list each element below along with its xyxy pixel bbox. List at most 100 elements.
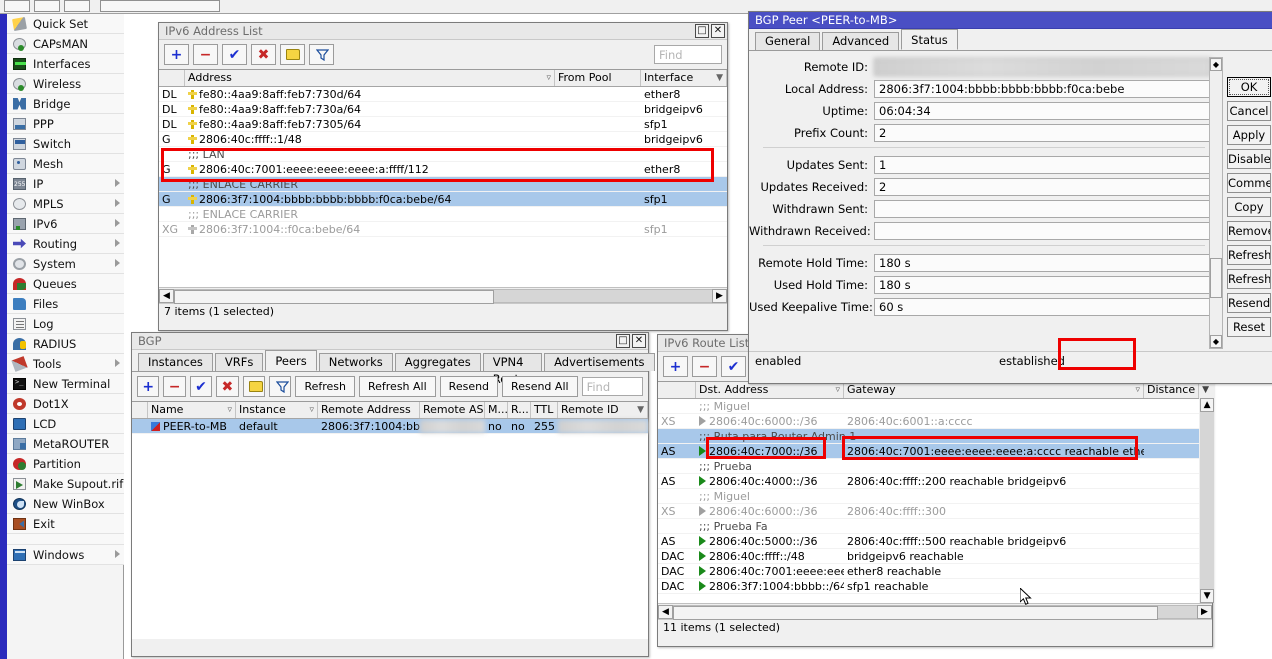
resend-button[interactable]: Resend [440,376,498,397]
toolbar-field[interactable] [100,0,220,12]
col-name[interactable]: Name▿ [148,402,236,418]
field-updates-sent[interactable]: 1 [874,156,1211,174]
col-distance[interactable]: Distance [1144,382,1199,398]
sidebar-item-ipv6[interactable]: IPv6 [7,214,124,234]
table-row[interactable]: DLfe80::4aa9:8aff:feb7:730d/64ether8 [159,87,727,102]
table-row[interactable]: XS2806:40c:6000::/362806:40c:ffff::300 [658,504,1199,519]
table-row[interactable]: AS2806:40c:4000::/362806:40c:ffff::200 r… [658,474,1199,489]
vscroll-thumb[interactable]: ▲ [1200,398,1214,412]
reset-button[interactable]: Reset [1227,317,1271,337]
hscroll-track[interactable] [673,605,1197,619]
table-row[interactable]: ;;; Ruta para Router Admin 1 [658,429,1199,444]
add-button[interactable]: + [137,376,159,397]
resend-button[interactable]: Resend [1227,293,1271,313]
sidebar-item-ppp[interactable]: PPP [7,114,124,134]
table-row[interactable]: DAC2806:40c:7001:eeee:eee..ether8 reacha… [658,564,1199,579]
table-row[interactable]: ;;; Prueba Fa [658,519,1199,534]
remove-button[interactable]: − [193,44,218,65]
sidebar-item-tools[interactable]: Tools [7,354,124,374]
table-row[interactable]: ;;; LAN [159,147,727,162]
col-from-pool[interactable]: From Pool [555,70,641,86]
vscroll-track[interactable]: ▲ ▼ [1200,398,1214,603]
table-row[interactable]: DLfe80::4aa9:8aff:feb7:730a/64bridgeipv6 [159,102,727,117]
sidebar-item-mesh[interactable]: Mesh [7,154,124,174]
field-remote-id[interactable]: 000 000 0 00 [874,58,1211,76]
apply-button[interactable]: Apply [1227,125,1271,145]
col-multihop[interactable]: M... [485,402,508,418]
sidebar-item-capsman[interactable]: CAPsMAN [7,34,124,54]
table-row[interactable]: G2806:40c:7001:eeee:eeee:eeee:a:ffff/112… [159,162,727,177]
scroll-right-button[interactable]: ▶ [712,289,727,303]
form-scroll-thumb[interactable] [1210,258,1222,298]
remove-button[interactable]: − [692,356,717,377]
sidebar-item-quick-set[interactable]: Quick Set [7,14,124,34]
enable-button[interactable]: ✔ [222,44,247,65]
field-remote-hold-time[interactable]: 180 s [874,254,1211,272]
tab-aggregates[interactable]: Aggregates [395,353,481,371]
col-remote-as[interactable]: Remote AS [420,402,485,418]
sidebar-item-partition[interactable]: Partition [7,454,124,474]
sidebar-item-bridge[interactable]: Bridge [7,94,124,114]
field-withdrawn-sent[interactable] [874,200,1211,218]
tab-networks[interactable]: Networks [319,353,393,371]
ipv6-address-hscrollbar[interactable]: ◀ ▶ [159,287,727,303]
table-row[interactable]: ;;; Miguel [658,489,1199,504]
col-flags[interactable] [159,70,185,86]
sidebar-item-log[interactable]: Log [7,314,124,334]
comment-button[interactable] [280,44,305,65]
tab-instances[interactable]: Instances [138,353,213,371]
form-scroll-down-button[interactable]: ◆ [1210,335,1222,348]
close-button[interactable]: ✕ [632,334,646,348]
remove-button[interactable]: − [163,376,185,397]
table-row[interactable]: PEER-to-MBdefault2806:3f7:1004:bb...0000… [132,419,648,434]
tab-status[interactable]: Status [901,29,958,50]
sidebar-item-new-winbox[interactable]: New WinBox [7,494,124,514]
search-input[interactable]: Find [582,377,643,396]
filter-button[interactable] [269,376,291,397]
col-address[interactable]: Address▿ [185,70,555,86]
table-row[interactable]: ;;; Prueba [658,459,1199,474]
ok-button[interactable]: OK [1227,77,1271,97]
tab-general[interactable]: General [755,32,820,50]
toolbar-button-3[interactable] [64,0,90,12]
tab-advertisements[interactable]: Advertisements [544,353,654,371]
form-scroll-up-button[interactable]: ◆ [1210,58,1222,71]
col-interface[interactable]: Interface▼ [641,70,727,86]
col-dst-address[interactable]: Dst. Address▿ [696,382,844,398]
resend-all-button[interactable]: Resend All [502,376,578,397]
table-row[interactable]: XS2806:40c:6000::/362806:40c:6001::a:ccc… [658,414,1199,429]
sidebar-item-make-supout-rif[interactable]: Make Supout.rif [7,474,124,494]
refresh-all-button[interactable]: Refresh All [1227,269,1271,289]
table-row[interactable]: G2806:3f7:1004:bbbb:bbbb:bbbb:f0ca:bebe/… [159,192,727,207]
toolbar-button-1[interactable] [4,0,30,12]
ipv6-address-list-titlebar[interactable]: IPv6 Address List □ ✕ [159,23,727,40]
field-withdrawn-received[interactable] [874,222,1211,240]
table-row[interactable]: ;;; ENLACE CARRIER [159,177,727,192]
col-remote-id[interactable]: Remote ID▼ [558,402,648,418]
hscroll-thumb[interactable] [174,290,494,304]
add-button[interactable]: + [164,44,189,65]
tab-peers[interactable]: Peers [265,350,316,371]
copy-button[interactable]: Copy [1227,197,1271,217]
comment-button[interactable] [243,376,265,397]
col-instance[interactable]: Instance▿ [236,402,318,418]
filter-button[interactable] [309,44,334,65]
field-used-keepalive-time[interactable]: 60 s [874,298,1211,316]
scroll-left-button[interactable]: ◀ [159,289,174,303]
sidebar-item-wireless[interactable]: Wireless [7,74,124,94]
toolbar-button-2[interactable] [34,0,60,12]
col-gateway[interactable]: Gateway▿ [844,382,1144,398]
sidebar-item-metarouter[interactable]: MetaROUTER [7,434,124,454]
cancel-button[interactable]: Cancel [1227,101,1271,121]
enable-button[interactable]: ✔ [721,356,746,377]
refresh-button[interactable]: Refresh [1227,245,1271,265]
sidebar-item-mpls[interactable]: MPLS [7,194,124,214]
remove-button[interactable]: Remove [1227,221,1271,241]
disable-button[interactable]: ✖ [251,44,276,65]
restore-button[interactable]: □ [695,24,709,38]
table-row[interactable]: G2806:40c:ffff::1/48bridgeipv6 [159,132,727,147]
sidebar-item-lcd[interactable]: LCD [7,414,124,434]
tab-advanced[interactable]: Advanced [822,32,899,50]
col-ttl[interactable]: TTL [531,402,558,418]
field-prefix-count[interactable]: 2 [874,124,1211,142]
